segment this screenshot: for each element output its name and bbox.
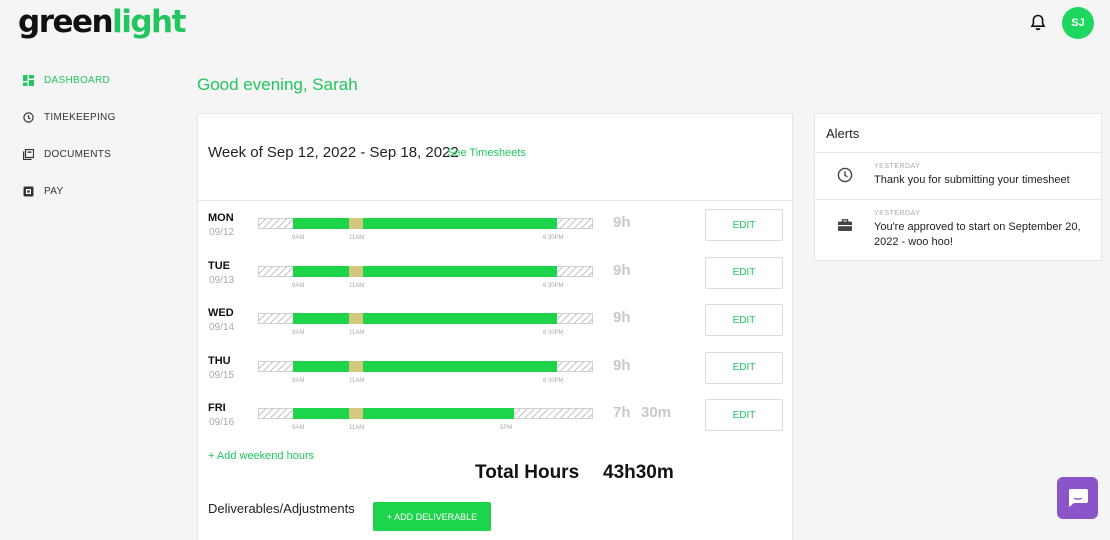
break-time-label: 11AM: [349, 425, 365, 431]
clock-icon: [837, 167, 853, 183]
total-hours-label: Total Hours: [475, 462, 580, 483]
sidebar-item-timekeeping[interactable]: TIMEKEEPING: [22, 99, 116, 136]
hours-worked: 9h: [613, 214, 631, 231]
divider: [198, 200, 792, 201]
bell-icon[interactable]: [1030, 14, 1046, 32]
start-time-label: 9AM: [292, 377, 305, 384]
break-segment: [349, 408, 363, 419]
break-time-label: 11AM: [349, 282, 365, 289]
break-segment: [349, 265, 363, 277]
work-segment: [293, 265, 557, 277]
logo[interactable]: greenlight: [18, 4, 186, 40]
day-date: 09/12: [209, 227, 235, 238]
avatar[interactable]: SJ: [1062, 7, 1094, 39]
end-time-label: 6:30PM: [543, 330, 564, 336]
alerts-title: Alerts: [826, 126, 860, 141]
time-bar: [258, 360, 593, 372]
alert-time: YESTERDAY: [874, 163, 921, 170]
timesheet-card: Week of Sep 12, 2022 - Sep 18, 2022 See …: [197, 113, 793, 540]
day-name: FRI: [208, 402, 226, 414]
hours-worked: 9h: [613, 309, 631, 326]
chat-button[interactable]: [1057, 477, 1098, 519]
sidebar-item-label: DASHBOARD: [44, 75, 111, 86]
alert-message: You're approved to start on September 20…: [874, 221, 1081, 248]
greeting: Good evening, Sarah: [197, 75, 358, 94]
deliverables-label: Deliverables/Adjustments: [208, 501, 355, 516]
day-date: 09/15: [209, 369, 235, 381]
break-segment: [349, 313, 363, 324]
sidebar-item-pay[interactable]: PAY: [22, 173, 116, 210]
briefcase-icon: [837, 217, 853, 233]
sidebar-item-label: DOCUMENTS: [44, 149, 112, 160]
edit-button[interactable]: EDIT: [705, 209, 783, 241]
sidebar-item-documents[interactable]: DOCUMENTS: [22, 136, 116, 173]
week-title: Week of Sep 12, 2022 - Sep 18, 2022: [208, 144, 459, 161]
alert-item[interactable]: YESTERDAY You're approved to start on Se…: [815, 199, 1101, 261]
start-time-label: 9AM: [292, 330, 305, 336]
day-name: THU: [208, 354, 231, 367]
time-bar: [258, 218, 593, 229]
hours-worked: 9h: [613, 356, 631, 374]
dashboard-icon: [22, 75, 34, 87]
work-segment: [293, 360, 557, 372]
start-time-label: 9AM: [292, 425, 305, 431]
start-time-label: 9AM: [292, 282, 305, 289]
sidebar-item-dashboard[interactable]: DASHBOARD: [22, 62, 116, 99]
alert-message: Thank you for submitting your timesheet: [874, 174, 1070, 186]
work-segment: [293, 218, 557, 229]
add-weekend-hours-link[interactable]: + Add weekend hours: [208, 450, 314, 462]
day-date: 09/14: [209, 322, 235, 333]
day-date: 09/13: [209, 274, 235, 286]
break-time-label: 11AM: [349, 377, 365, 384]
day-row: MON 09/12 9AM 11AM 6:30PM 9h EDIT: [198, 209, 792, 252]
chat-icon: [1068, 489, 1088, 507]
add-deliverable-button[interactable]: + ADD DELIVERABLE: [373, 502, 491, 531]
documents-icon: [22, 149, 34, 161]
see-timesheets-link[interactable]: See Timesheets: [447, 147, 526, 159]
start-time-label: 9AM: [292, 235, 305, 241]
break-segment: [349, 360, 363, 372]
work-segment: [293, 408, 514, 419]
hours-worked: 9h: [613, 261, 631, 279]
clock-icon: [22, 112, 34, 124]
edit-button[interactable]: EDIT: [705, 399, 783, 431]
day-row: THU 09/15 9AM 11AM 6:30PM 9h EDIT: [198, 351, 792, 395]
time-bar: [258, 408, 593, 419]
end-time-label: 6:30PM: [543, 235, 564, 241]
minutes-worked: 30m: [641, 404, 672, 421]
break-time-label: 11AM: [349, 330, 365, 336]
hours-worked: 7h: [613, 404, 631, 421]
end-time-label: 5PM: [500, 425, 513, 431]
time-bar: [258, 313, 593, 324]
alerts-panel: Alerts YESTERDAY Thank you for submittin…: [814, 113, 1102, 261]
day-date: 09/16: [209, 417, 235, 428]
sidebar-item-label: TIMEKEEPING: [44, 112, 116, 123]
alert-item[interactable]: YESTERDAY Thank you for submitting your …: [815, 152, 1101, 199]
day-row: FRI 09/16 9AM 11AM 5PM 7h 30m EDIT: [198, 399, 792, 442]
day-row: TUE 09/13 9AM 11AM 6:30PM 9h EDIT: [198, 256, 792, 300]
edit-button[interactable]: EDIT: [705, 256, 783, 289]
break-time-label: 11AM: [349, 235, 365, 241]
work-segment: [293, 313, 557, 324]
alert-time: YESTERDAY: [874, 210, 921, 217]
day-name: WED: [208, 307, 234, 319]
edit-button[interactable]: EDIT: [705, 351, 783, 384]
total-hours-value: 43h30m: [603, 462, 674, 483]
time-bar: [258, 265, 593, 277]
break-segment: [349, 218, 363, 229]
edit-button[interactable]: EDIT: [705, 304, 783, 336]
pay-icon: [22, 186, 34, 198]
end-time-label: 6:30PM: [543, 282, 564, 289]
sidebar: DASHBOARD TIMEKEEPING DOCUMENTS PAY: [22, 62, 116, 210]
sidebar-item-label: PAY: [44, 186, 64, 197]
end-time-label: 6:30PM: [543, 377, 564, 384]
day-row: WED 09/14 9AM 11AM 6:30PM 9h EDIT: [198, 304, 792, 347]
day-name: TUE: [208, 259, 230, 272]
day-name: MON: [208, 212, 234, 224]
